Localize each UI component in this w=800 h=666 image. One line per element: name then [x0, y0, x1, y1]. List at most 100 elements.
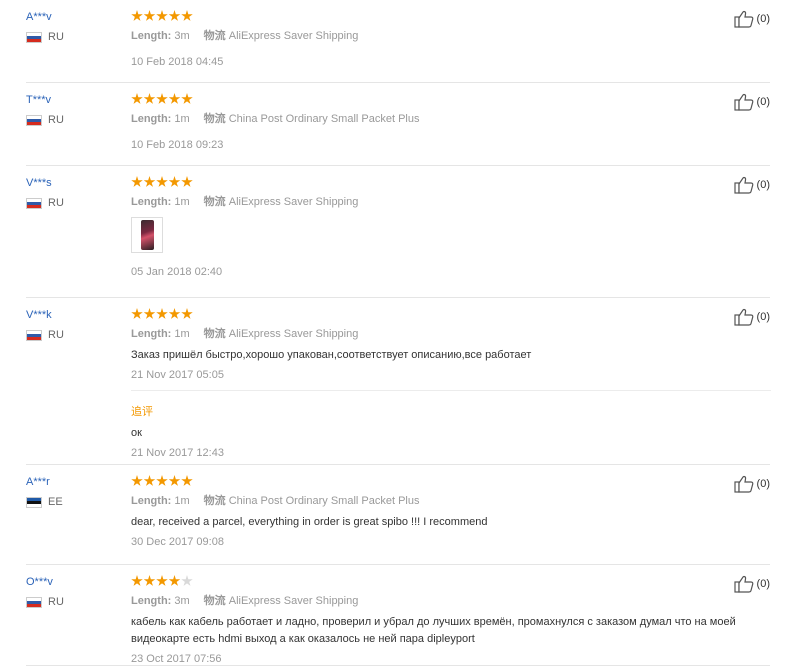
country-flag-icon: [26, 31, 42, 43]
followup-date: 21 Nov 2017 12:43: [131, 447, 224, 459]
length-label: Length:: [131, 328, 172, 340]
reviewer: O***v RU: [26, 575, 116, 608]
reviewer-name[interactable]: V***k: [26, 308, 116, 322]
review-date: 05 Jan 2018 02:40: [131, 266, 223, 278]
reviewer-country: RU: [26, 197, 116, 209]
country-code: RU: [48, 329, 64, 341]
star-icon: [156, 10, 168, 21]
review-item: A***v RU Length: 3m 物流 AliExpress Saver Shi…: [26, 0, 770, 83]
star-icon: [131, 308, 143, 319]
photo-thumbnail: [140, 220, 154, 250]
star-icon: [131, 176, 143, 187]
country-code: RU: [48, 114, 64, 126]
star-icon: [131, 475, 143, 486]
star-icon: [168, 176, 181, 187]
reviewer: A***v RU: [26, 10, 116, 43]
shipping-value: China Post Ordinary Small Packet Plus: [228, 495, 420, 507]
shipping-value: China Post Ordinary Small Packet Plus: [228, 113, 420, 125]
length-value: 1m: [174, 113, 190, 125]
order-info: Length: 3m 物流 AliExpress Saver Shipping: [131, 594, 751, 608]
country-code: RU: [48, 596, 64, 608]
star-icon: [156, 176, 168, 187]
thumbs-up-icon: [733, 93, 753, 111]
review-date: 30 Dec 2017 09:08: [131, 536, 224, 548]
shipping-label: 物流: [203, 113, 226, 125]
star-icon: [156, 575, 168, 586]
thumbs-up-icon: [733, 308, 753, 326]
star-icon: [156, 308, 168, 319]
review-item: O***v RU Length: 3m 物流 AliExpress Saver Shi…: [26, 565, 770, 666]
review-photo[interactable]: [131, 217, 163, 253]
star-icon: [181, 475, 193, 486]
order-info: Length: 1m 物流 AliExpress Saver Shipping: [131, 327, 751, 341]
review-text: dear, received a parcel, everything in o…: [131, 516, 488, 528]
star-icon: [168, 10, 181, 21]
review-body: Length: 1m 物流 AliExpress Saver Shipping 05…: [131, 176, 751, 279]
star-icon: [131, 10, 143, 21]
reviewer-name[interactable]: A***v: [26, 10, 116, 24]
star-icon: [131, 575, 143, 586]
review-body: Length: 3m 物流 AliExpress Saver Shipping ка…: [131, 575, 751, 666]
country-code: RU: [48, 197, 64, 209]
review-item: A***r EE Length: 1m 物流 China Post Ordinary …: [26, 465, 770, 565]
like-button[interactable]: (0): [733, 10, 770, 28]
like-count: (0): [756, 578, 770, 590]
order-info: Length: 1m 物流 China Post Ordinary Small P…: [131, 494, 751, 508]
order-info: Length: 3m 物流 AliExpress Saver Shipping: [131, 29, 751, 43]
reviewer-name[interactable]: T***v: [26, 93, 116, 107]
review-body: Length: 1m 物流 China Post Ordinary Small P…: [131, 93, 751, 152]
reviewer-name[interactable]: O***v: [26, 575, 116, 589]
length-label: Length:: [131, 30, 172, 42]
like-button[interactable]: (0): [733, 475, 770, 493]
review-body: Length: 1m 物流 China Post Ordinary Small P…: [131, 475, 751, 549]
like-button[interactable]: (0): [733, 575, 770, 593]
like-button[interactable]: (0): [733, 308, 770, 326]
reviewer: V***k RU: [26, 308, 116, 341]
reviewer: T***v RU: [26, 93, 116, 126]
followup-label: 追评: [131, 406, 153, 418]
star-icon: [143, 308, 156, 319]
thumbs-up-icon: [733, 10, 753, 28]
star-icon: [143, 176, 156, 187]
star-icon: [168, 475, 181, 486]
star-icon: [168, 575, 181, 586]
review-item: V***s RU Length: 1m 物流 AliExpress Saver Shi…: [26, 166, 770, 298]
review-body: Length: 1m 物流 AliExpress Saver Shipping За…: [131, 308, 771, 460]
reviewer-country: RU: [26, 329, 116, 341]
shipping-label: 物流: [203, 495, 226, 507]
review-body: Length: 3m 物流 AliExpress Saver Shipping 10…: [131, 10, 751, 69]
length-value: 1m: [174, 328, 190, 340]
country-code: EE: [48, 496, 63, 508]
like-button[interactable]: (0): [733, 93, 770, 111]
shipping-value: AliExpress Saver Shipping: [228, 30, 359, 42]
shipping-label: 物流: [203, 595, 226, 607]
followup-divider: [131, 390, 771, 391]
star-icon: [143, 475, 156, 486]
length-label: Length:: [131, 495, 172, 507]
thumbs-up-icon: [733, 475, 753, 493]
country-flag-icon: [26, 596, 42, 608]
star-icon: [168, 308, 181, 319]
review-date: 10 Feb 2018 04:45: [131, 56, 224, 68]
reviewer-name[interactable]: V***s: [26, 176, 116, 190]
review-text: кабель как кабель работает и ладно, пров…: [131, 616, 736, 645]
length-label: Length:: [131, 113, 172, 125]
star-rating: [131, 93, 751, 107]
review-date: 23 Oct 2017 07:56: [131, 653, 222, 665]
like-count: (0): [756, 478, 770, 490]
reviewer-name[interactable]: A***r: [26, 475, 116, 489]
review-date: 10 Feb 2018 09:23: [131, 139, 224, 151]
length-value: 3m: [174, 30, 190, 42]
length-value: 1m: [174, 196, 190, 208]
star-icon: [181, 93, 193, 104]
thumbs-up-icon: [733, 176, 753, 194]
star-rating: [131, 10, 751, 24]
star-icon: [181, 575, 193, 586]
like-count: (0): [756, 179, 770, 191]
like-button[interactable]: (0): [733, 176, 770, 194]
star-icon: [156, 475, 168, 486]
like-count: (0): [756, 311, 770, 323]
star-rating: [131, 575, 751, 589]
review-item: T***v RU Length: 1m 物流 China Post Ordinary …: [26, 83, 770, 166]
shipping-value: AliExpress Saver Shipping: [228, 328, 359, 340]
